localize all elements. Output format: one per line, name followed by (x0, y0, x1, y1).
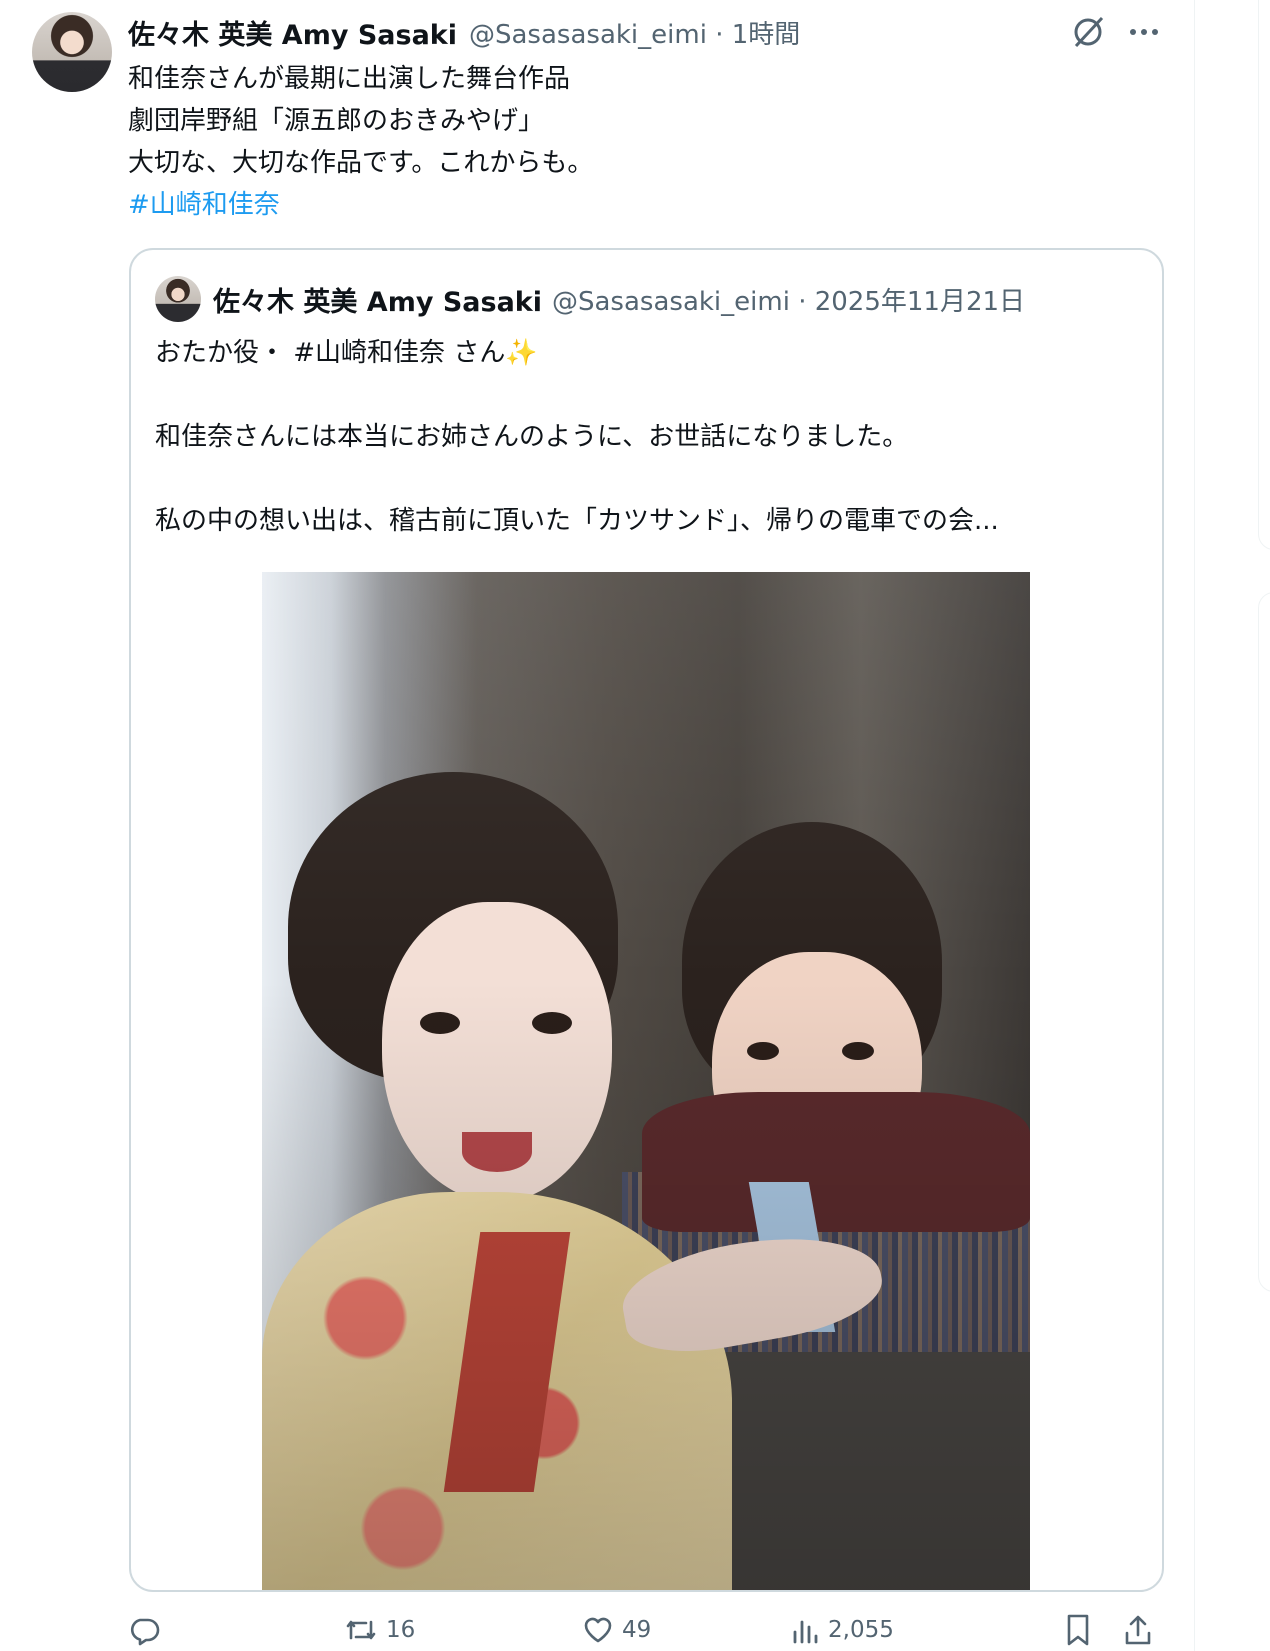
more-icon[interactable] (1124, 12, 1164, 52)
quoted-tweet-header: 佐々木 英美 Amy Sasaki @Sasasasaki_eimi · 202… (213, 280, 1025, 318)
views-button[interactable]: 2,055 (790, 1612, 894, 1648)
bookmark-icon (1067, 1614, 1089, 1646)
quoted-tweet-text: おたか役・ #山崎和佳奈 さん✨ 和佳奈さんには本当にお姉さんのように、お世話に… (155, 332, 999, 542)
tweet-text: 和佳奈さんが最期に出演した舞台作品 劇団岸野組「源五郎のおきみやげ」 大切な、大… (128, 58, 593, 226)
author-display-name[interactable]: 佐々木 英美 Amy Sasaki (128, 13, 457, 52)
share-button[interactable] (1122, 1612, 1154, 1648)
tweet-text-line: 和佳奈さんが最期に出演した舞台作品 (128, 64, 571, 94)
grok-icon[interactable] (1068, 12, 1108, 52)
retweet-button[interactable]: 16 (344, 1612, 415, 1648)
tweet-header: 佐々木 英美 Amy Sasaki @Sasasasaki_eimi · 1時間 (128, 13, 800, 52)
views-icon (793, 1620, 818, 1644)
quoted-text-line: おたか役・ #山崎和佳奈 さん✨ (155, 332, 999, 374)
sparkles-emoji: ✨ (505, 338, 538, 368)
hashtag-link[interactable]: #山崎和佳奈 (128, 184, 593, 226)
retweet-count: 16 (386, 1617, 416, 1643)
quoted-text-line: 私の中の想い出は、稽古前に頂いた「カツサンド」、帰りの電車での会... (155, 506, 999, 536)
quoted-author-handle-time[interactable]: @Sasasasaki_eimi · 2025年11月21日 (552, 281, 1025, 318)
quoted-author-display-name[interactable]: 佐々木 英美 Amy Sasaki (213, 280, 542, 319)
tweet-text-line: 劇団岸野組「源五郎のおきみやげ」 (128, 106, 545, 136)
like-icon (584, 1617, 612, 1643)
sidebar-card (1258, 0, 1270, 550)
share-icon (1125, 1615, 1151, 1645)
author-avatar[interactable] (32, 12, 112, 92)
reply-button[interactable] (128, 1612, 160, 1648)
quoted-tweet-photo[interactable] (262, 572, 1030, 1590)
views-count: 2,055 (828, 1617, 894, 1643)
tweet-page: 佐々木 英美 Amy Sasaki @Sasasasaki_eimi · 1時間… (0, 0, 1270, 1651)
like-button[interactable]: 49 (582, 1612, 651, 1648)
bookmark-button[interactable] (1064, 1612, 1092, 1648)
retweet-icon (346, 1620, 376, 1640)
quoted-text-line-1: おたか役・ #山崎和佳奈 さん (155, 338, 506, 368)
reply-icon (130, 1618, 160, 1646)
sidebar-card (1258, 592, 1270, 1292)
column-divider (1194, 0, 1195, 1651)
action-bar: 16 49 2,055 (128, 1612, 1168, 1651)
tweet-text-line: 大切な、大切な作品です。これからも。 (128, 148, 594, 178)
quoted-tweet[interactable]: 佐々木 英美 Amy Sasaki @Sasasasaki_eimi · 202… (129, 248, 1164, 1592)
like-count: 49 (622, 1617, 652, 1643)
quoted-author-avatar[interactable] (155, 276, 201, 322)
author-handle-time[interactable]: @Sasasasaki_eimi · 1時間 (469, 14, 800, 51)
quoted-text-line: 和佳奈さんには本当にお姉さんのように、お世話になりました。 (155, 422, 909, 452)
